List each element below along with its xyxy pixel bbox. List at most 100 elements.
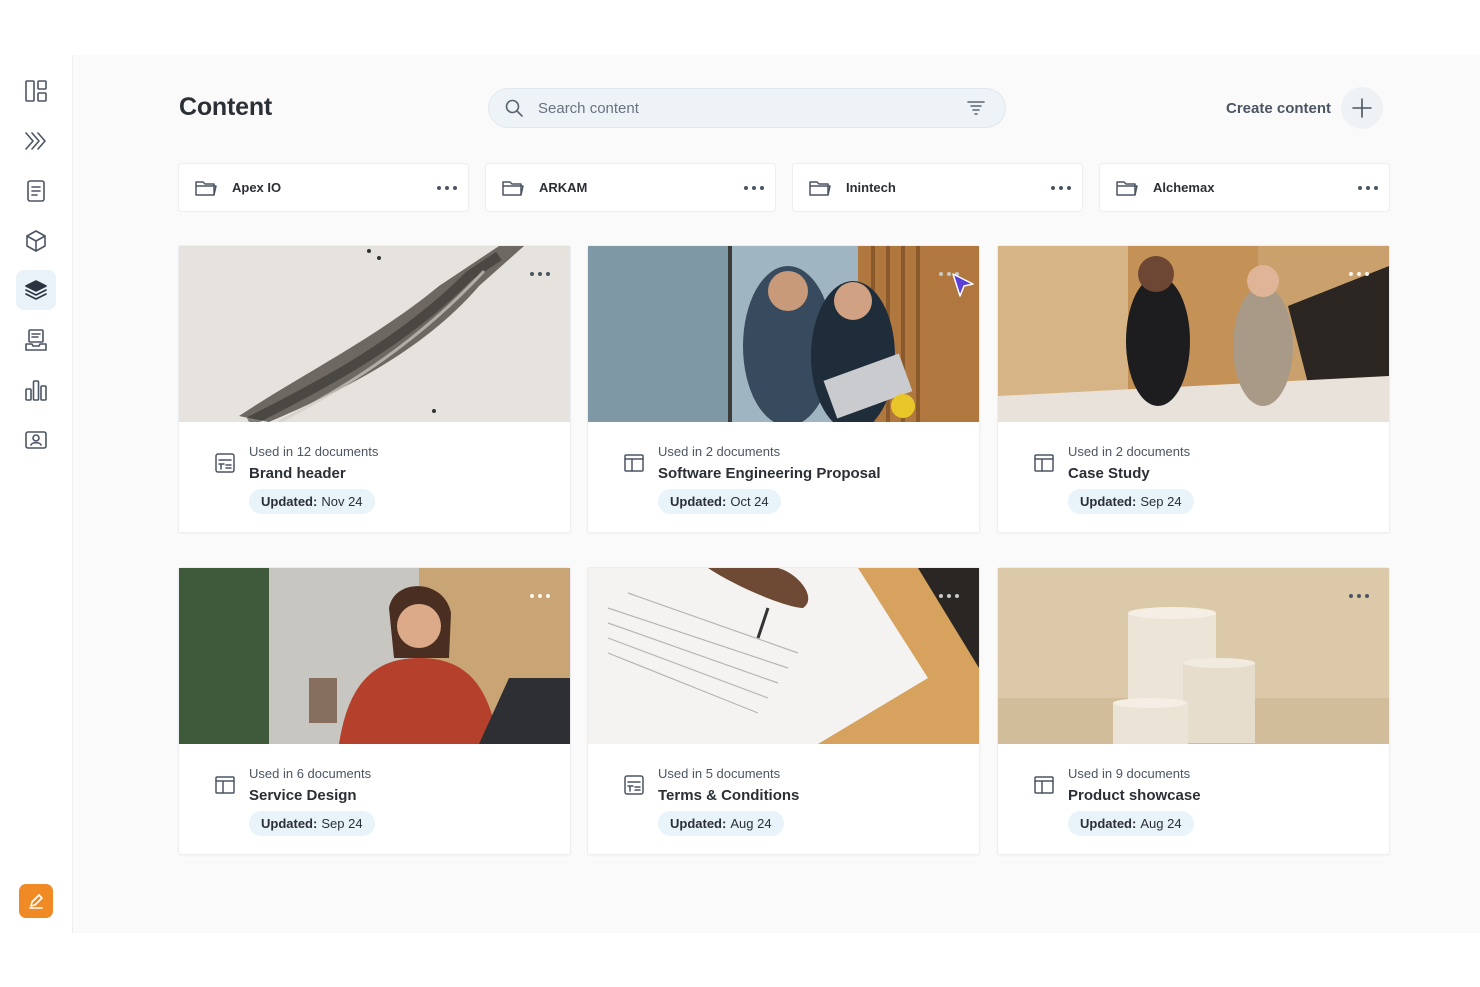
more-icon	[1358, 185, 1378, 190]
card-more-button[interactable]	[1347, 584, 1371, 608]
card-more-button[interactable]	[528, 262, 552, 286]
folder-more-button[interactable]	[436, 177, 458, 199]
compose-button[interactable]	[19, 884, 53, 918]
sidebar-item-documents[interactable]	[16, 171, 56, 211]
card-usage: Used in 9 documents	[1068, 766, 1191, 781]
card-thumbnail	[179, 568, 570, 744]
document-icon	[27, 180, 45, 202]
card-more-button[interactable]	[528, 584, 552, 608]
layers-icon	[25, 280, 47, 300]
content-card-product-showcase[interactable]: Used in 9 documents Product showcase Upd…	[997, 567, 1390, 855]
updated-value: Sep 24	[1140, 494, 1182, 509]
card-usage: Used in 6 documents	[249, 766, 372, 781]
updated-value: Aug 24	[730, 816, 772, 831]
sidebar	[0, 55, 73, 933]
card-usage: Used in 2 documents	[658, 444, 781, 459]
card-usage: Used in 12 documents	[249, 444, 379, 459]
card-thumbnail	[998, 246, 1389, 422]
updated-badge: Updated: Sep 24	[249, 811, 375, 836]
more-icon	[1349, 594, 1369, 598]
bottom-margin	[0, 933, 1480, 987]
updated-label: Updated:	[1080, 816, 1137, 831]
folder-name: Inintech	[846, 180, 896, 195]
updated-badge: Updated: Aug 24	[658, 811, 784, 836]
content-card-service-design[interactable]: Used in 6 documents Service Design Updat…	[178, 567, 571, 855]
more-icon	[530, 594, 550, 598]
content-card-terms-conditions[interactable]: Used in 5 documents Terms & Conditions U…	[587, 567, 980, 855]
folder-name: Alchemax	[1153, 180, 1215, 195]
folder-alchemax[interactable]: Alchemax	[1099, 163, 1390, 212]
updated-badge: Updated: Nov 24	[249, 489, 375, 514]
content-card-brand-header[interactable]: Used in 12 documents Brand header Update…	[178, 245, 571, 533]
updated-label: Updated:	[670, 494, 727, 509]
card-thumbnail	[588, 246, 979, 422]
more-icon	[1349, 272, 1369, 276]
card-usage: Used in 5 documents	[658, 766, 781, 781]
updated-label: Updated:	[261, 494, 318, 509]
box-icon	[26, 230, 46, 252]
more-icon	[939, 594, 959, 598]
sidebar-item-flows[interactable]	[16, 121, 56, 161]
page-title: Content	[179, 93, 273, 121]
updated-badge: Updated: Oct 24	[658, 489, 781, 514]
card-usage: Used in 2 documents	[1068, 444, 1191, 459]
chevrons-right-icon	[25, 132, 46, 150]
card-more-button[interactable]	[937, 584, 961, 608]
card-title: Product showcase	[1068, 787, 1201, 804]
card-title: Software Engineering Proposal	[658, 465, 881, 482]
filter-icon[interactable]	[965, 97, 987, 119]
folder-more-button[interactable]	[743, 177, 765, 199]
folder-icon	[1115, 176, 1139, 200]
updated-value: Sep 24	[321, 816, 363, 831]
card-more-button[interactable]	[1347, 262, 1371, 286]
more-icon	[437, 185, 457, 190]
updated-value: Aug 24	[1140, 816, 1182, 831]
folder-name: Apex IO	[232, 180, 282, 195]
contact-card-icon	[25, 431, 47, 449]
create-content-button[interactable]: Create content	[1226, 87, 1384, 129]
dashboard-icon	[25, 80, 47, 102]
plus-icon	[1341, 87, 1384, 129]
card-thumbnail	[588, 568, 979, 744]
layout-icon	[213, 773, 237, 797]
search-bar	[488, 88, 1006, 128]
sidebar-item-dashboard[interactable]	[16, 71, 56, 111]
more-icon	[744, 185, 764, 190]
sidebar-item-products[interactable]	[16, 221, 56, 261]
folder-arkam[interactable]: ARKAM	[485, 163, 776, 212]
create-content-label: Create content	[1226, 99, 1332, 117]
sidebar-item-inbox[interactable]	[16, 320, 56, 360]
sidebar-item-content[interactable]	[16, 270, 56, 310]
layout-icon	[1032, 773, 1056, 797]
layout-icon	[622, 451, 646, 475]
card-thumbnail	[179, 246, 570, 422]
updated-label: Updated:	[1080, 494, 1137, 509]
card-thumbnail	[998, 568, 1389, 744]
sidebar-item-analytics[interactable]	[16, 370, 56, 410]
search-input[interactable]	[538, 99, 965, 117]
folder-name: ARKAM	[539, 180, 588, 195]
bar-chart-icon	[25, 380, 47, 401]
updated-badge: Updated: Aug 24	[1068, 811, 1194, 836]
updated-label: Updated:	[670, 816, 727, 831]
updated-value: Nov 24	[321, 494, 363, 509]
folder-inintech[interactable]: Inintech	[792, 163, 1083, 212]
folder-more-button[interactable]	[1357, 177, 1379, 199]
folder-icon	[808, 176, 832, 200]
more-icon	[1051, 185, 1071, 190]
pencil-icon	[29, 894, 43, 909]
updated-value: Oct 24	[730, 494, 769, 509]
content-card-software-engineering-proposal[interactable]: Used in 2 documents Software Engineering…	[587, 245, 980, 533]
text-block-icon	[213, 451, 237, 475]
folder-icon	[501, 176, 525, 200]
sidebar-item-contacts[interactable]	[16, 420, 56, 460]
text-block-icon	[622, 773, 646, 797]
updated-label: Updated:	[261, 816, 318, 831]
mouse-cursor-icon	[952, 273, 974, 297]
content-card-case-study[interactable]: Used in 2 documents Case Study Updated: S…	[997, 245, 1390, 533]
folder-apex-io[interactable]: Apex IO	[178, 163, 469, 212]
card-title: Brand header	[249, 465, 346, 482]
card-title: Terms & Conditions	[658, 787, 800, 804]
more-icon	[530, 272, 550, 276]
folder-more-button[interactable]	[1050, 177, 1072, 199]
